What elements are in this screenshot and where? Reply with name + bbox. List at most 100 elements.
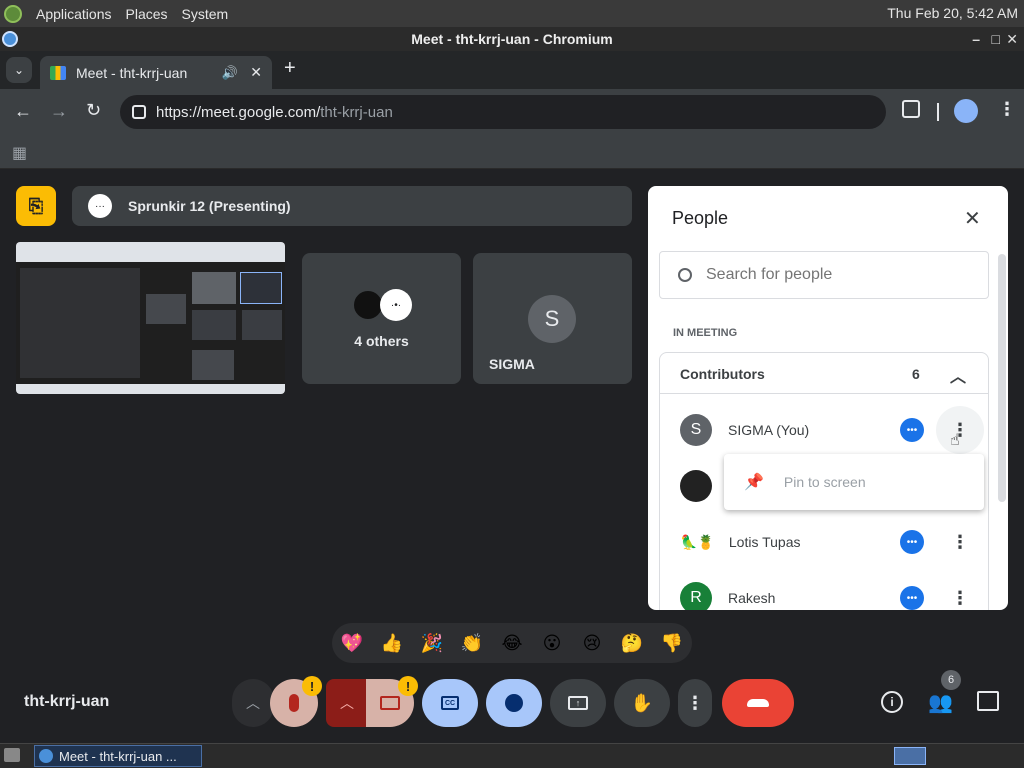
participant-context-menu: 📌 Pin to screen bbox=[724, 454, 984, 510]
in-meeting-label: IN MEETING bbox=[673, 327, 738, 339]
sigma-tile-name: SIGMA bbox=[489, 356, 535, 372]
os-taskbar: Meet - tht-krrj-uan ... bbox=[0, 743, 1024, 768]
close-window-icon[interactable]: ✕ bbox=[1006, 27, 1018, 51]
shared-screen-left-panel bbox=[20, 268, 140, 378]
mic-off-icon bbox=[289, 694, 299, 712]
window-title: Meet - tht-krrj-uan - Chromium bbox=[411, 31, 613, 47]
raise-hand-button[interactable]: ✋ bbox=[614, 679, 670, 727]
meet-favicon-icon bbox=[50, 65, 66, 80]
pin-to-screen-item[interactable]: Pin to screen bbox=[784, 474, 866, 490]
url-host: https://meet.google.com/ bbox=[156, 103, 321, 121]
present-button[interactable]: ↑ bbox=[550, 679, 606, 727]
contributors-label: Contributors bbox=[680, 366, 765, 382]
tab-title: Meet - tht-krrj-uan bbox=[76, 64, 188, 81]
site-info-icon[interactable] bbox=[132, 105, 146, 119]
screen-share-tile[interactable] bbox=[16, 242, 285, 394]
participant-avatar: S bbox=[680, 414, 712, 446]
hang-up-icon bbox=[747, 699, 769, 707]
close-panel-icon[interactable]: ✕ bbox=[964, 206, 981, 231]
sigma-tile[interactable]: S SIGMA bbox=[473, 253, 632, 384]
more-options-button[interactable]: ⋮ bbox=[678, 679, 712, 727]
reaction-sad[interactable]: 😢 bbox=[580, 631, 604, 655]
video-options-button[interactable]: ︿ bbox=[326, 679, 368, 727]
address-bar[interactable]: https://meet.google.com/tht-krrj-uan bbox=[120, 95, 886, 129]
participant-row-lotis[interactable]: 🦜🍍 Lotis Tupas bbox=[660, 514, 988, 570]
captions-button[interactable]: CC bbox=[422, 679, 478, 727]
reactions-button[interactable] bbox=[486, 679, 542, 727]
forward-icon[interactable]: → bbox=[50, 101, 68, 122]
shared-screen-thumb-5 bbox=[242, 310, 282, 340]
extensions-icon[interactable] bbox=[902, 100, 920, 118]
os-clock[interactable]: Thu Feb 20, 5:42 AM bbox=[887, 5, 1018, 21]
workspace-switcher[interactable] bbox=[894, 747, 926, 765]
tab-search-button[interactable]: ⌄ bbox=[6, 57, 32, 83]
participant-name: SIGMA (You) bbox=[728, 422, 810, 438]
shared-screen-thumb-4 bbox=[192, 310, 236, 340]
participant-status-icon[interactable]: ••• bbox=[900, 586, 924, 610]
chat-icon[interactable] bbox=[977, 691, 999, 711]
os-menu-places[interactable]: Places bbox=[126, 6, 168, 22]
shared-screen-thumb-3 bbox=[146, 294, 186, 324]
people-panel-title: People bbox=[672, 208, 729, 228]
panel-scrollbar[interactable] bbox=[998, 254, 1006, 502]
mic-warning-badge: ! bbox=[302, 676, 322, 696]
others-label: 4 others bbox=[354, 333, 409, 349]
taskbar-meet-task[interactable]: Meet - tht-krrj-uan ... bbox=[34, 745, 202, 767]
contributors-header[interactable]: Contributors 6 ︿ bbox=[660, 353, 988, 394]
meeting-details-icon[interactable]: i bbox=[881, 691, 903, 713]
search-people-input[interactable] bbox=[706, 266, 966, 284]
reaction-heart[interactable]: 💖 bbox=[340, 631, 364, 655]
participant-row-rakesh[interactable]: R Rakesh bbox=[660, 570, 988, 610]
people-panel: People ✕ IN MEETING Contributors 6 ︿ S S… bbox=[648, 186, 1008, 610]
search-people-field[interactable] bbox=[659, 251, 989, 299]
participant-status-icon[interactable]: ••• bbox=[900, 530, 924, 554]
bookmarks-bar: ▦ bbox=[0, 135, 1024, 169]
present-screen-icon: ↑ bbox=[568, 696, 588, 710]
contributors-count: 6 bbox=[912, 366, 920, 382]
show-desktop-icon[interactable] bbox=[4, 748, 20, 762]
reaction-clap[interactable]: 👏 bbox=[460, 631, 484, 655]
participant-name: Rakesh bbox=[728, 590, 776, 606]
os-top-bar: Applications Places System Thu Feb 20, 5… bbox=[0, 0, 1024, 27]
taskbar-task-label: Meet - tht-krrj-uan ... bbox=[59, 748, 177, 764]
presenting-bar[interactable]: ··· Sprunkir 12 (Presenting) bbox=[72, 186, 632, 226]
reaction-laugh[interactable]: 😂 bbox=[500, 631, 524, 655]
browser-tab-meet[interactable]: Meet - tht-krrj-uan 🔊 ✕ bbox=[40, 56, 272, 89]
profile-icon[interactable] bbox=[954, 99, 978, 123]
collapse-chevron-icon[interactable]: ︿ bbox=[950, 363, 966, 387]
apps-grid-icon[interactable]: ▦ bbox=[12, 143, 27, 163]
chromium-task-icon bbox=[39, 749, 53, 763]
reaction-party[interactable]: 🎉 bbox=[420, 631, 444, 655]
maximize-icon[interactable]: □ bbox=[992, 27, 1000, 51]
reaction-thumbs-up[interactable]: 👍 bbox=[380, 631, 404, 655]
audio-options-button[interactable]: ︿ bbox=[232, 679, 274, 727]
back-icon[interactable]: ← bbox=[14, 101, 32, 122]
reaction-thumbs-down[interactable]: 👎 bbox=[660, 631, 684, 655]
participant-status-icon[interactable]: ••• bbox=[900, 418, 924, 442]
minimize-icon[interactable]: – bbox=[972, 27, 980, 51]
tab-close-icon[interactable]: ✕ bbox=[250, 64, 262, 81]
tab-audio-icon[interactable]: 🔊 bbox=[222, 65, 238, 81]
participant-name: Lotis Tupas bbox=[728, 534, 801, 550]
browser-menu-icon[interactable]: ⋮ bbox=[998, 99, 1016, 120]
new-tab-icon[interactable]: + bbox=[284, 57, 296, 80]
shared-screen-thumb-6 bbox=[192, 350, 234, 380]
presenter-avatar: ··· bbox=[88, 194, 112, 218]
reload-icon[interactable]: ↻ bbox=[86, 100, 101, 121]
sigma-tile-avatar: S bbox=[528, 295, 576, 343]
participant-options-icon[interactable]: ⋮ bbox=[948, 586, 972, 610]
shared-screen-taskbar bbox=[16, 384, 285, 394]
meeting-info-badge[interactable]: ⎘ bbox=[16, 186, 56, 226]
reaction-surprised[interactable]: 😮 bbox=[540, 631, 564, 655]
people-icon[interactable]: 👥 bbox=[928, 690, 953, 715]
os-menu-system[interactable]: System bbox=[182, 6, 229, 22]
reaction-thinking[interactable]: 🤔 bbox=[620, 631, 644, 655]
others-avatar-2: ·•· bbox=[380, 289, 412, 321]
os-menu-applications[interactable]: Applications bbox=[36, 6, 112, 22]
distro-logo-icon[interactable] bbox=[4, 4, 22, 23]
others-tile[interactable]: ·•· 4 others bbox=[302, 253, 461, 384]
participant-avatar-emoji: 🦜🍍 bbox=[680, 533, 715, 550]
participant-avatar bbox=[680, 470, 712, 502]
leave-call-button[interactable] bbox=[722, 679, 794, 727]
participant-options-icon[interactable]: ⋮ bbox=[948, 530, 972, 554]
